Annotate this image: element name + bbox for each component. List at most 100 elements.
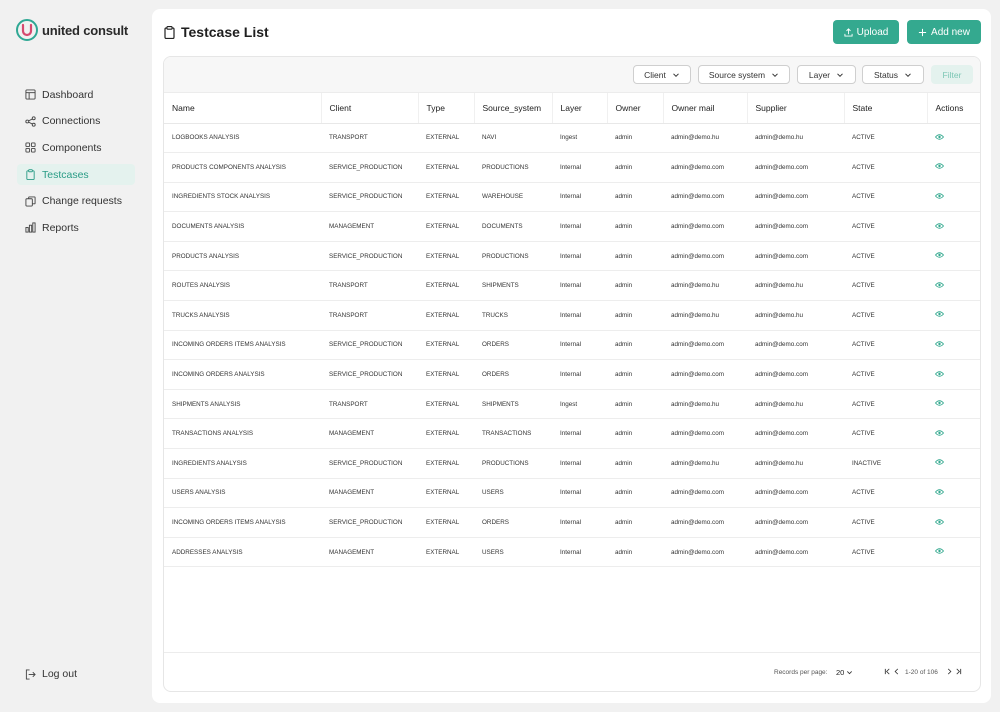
table-row[interactable]: PRODUCTS ANALYSIS SERVICE_PRODUCTION EXTER…: [164, 241, 980, 272]
add-new-button[interactable]: Add new: [907, 20, 981, 44]
cell-type: EXTERNAL: [418, 211, 474, 242]
cell-name: USERS ANALYSIS: [164, 478, 321, 509]
cell-name: PRODUCTS COMPONENTS ANALYSIS: [164, 152, 321, 183]
source-system-filter-dropdown[interactable]: Source system: [698, 65, 790, 84]
cell-state: ACTIVE: [844, 182, 927, 213]
sidebar-item-components[interactable]: Components: [17, 137, 135, 158]
view-eye-icon[interactable]: [935, 430, 944, 436]
table-row[interactable]: DOCUMENTS ANALYSIS MANAGEMENT EXTERNAL DOCU…: [164, 211, 980, 242]
column-header-owner[interactable]: Owner: [607, 93, 664, 124]
next-page-button[interactable]: [945, 667, 953, 676]
cell-source-system: SHIPMENTS: [474, 389, 552, 420]
view-eye-icon[interactable]: [935, 548, 944, 554]
column-header-supplier[interactable]: Supplier: [747, 93, 845, 124]
cell-name: ROUTES ANALYSIS: [164, 270, 321, 302]
view-eye-icon[interactable]: [935, 163, 944, 170]
cell-type: EXTERNAL: [418, 507, 474, 538]
view-eye-icon[interactable]: [935, 400, 944, 406]
table-row[interactable]: INGREDIENTS STOCK ANALYSIS SERVICE_PRODUC…: [164, 182, 980, 213]
sidebar-item-reports[interactable]: Reports: [17, 217, 135, 238]
cell-type: EXTERNAL: [418, 152, 474, 183]
table-row[interactable]: INCOMING ORDERS ITEMS ANALYSIS SERVICE_PR…: [164, 330, 980, 361]
cell-type: EXTERNAL: [418, 478, 474, 509]
client-filter-dropdown[interactable]: Client: [633, 65, 691, 84]
previous-page-button[interactable]: [892, 667, 900, 676]
cell-source-system: ORDERS: [474, 330, 552, 361]
sidebar-item-testcases[interactable]: Testcases: [17, 164, 135, 186]
chevron-left-icon: [894, 668, 898, 675]
table-row[interactable]: TRUCKS ANALYSIS TRANSPORT EXTERNAL TRUCKS In…: [164, 300, 980, 331]
cell-name: SHIPMENTS ANALYSIS: [164, 389, 321, 420]
filter-button[interactable]: Filter: [931, 65, 973, 84]
view-eye-icon[interactable]: [935, 518, 944, 525]
records-per-page-select[interactable]: 20: [836, 668, 853, 677]
table-row[interactable]: PRODUCTS COMPONENTS ANALYSIS SERVICE_PROD…: [164, 152, 980, 183]
cell-layer: Internal: [552, 507, 607, 538]
column-header-type[interactable]: Type: [418, 93, 475, 124]
cell-owner: admin: [607, 418, 663, 450]
view-eye-icon[interactable]: [935, 282, 944, 288]
view-eye-icon[interactable]: [935, 134, 944, 140]
cell-client: SERVICE_PRODUCTION: [321, 330, 418, 361]
column-header-layer[interactable]: Layer: [552, 93, 608, 124]
page-title: Testcase List: [164, 24, 269, 40]
clipboard-icon: [164, 25, 175, 39]
cell-layer: Ingest: [552, 123, 607, 154]
column-header-client[interactable]: Client: [321, 93, 419, 124]
cell-actions: [927, 152, 980, 183]
cell-name: TRANSACTIONS ANALYSIS: [164, 418, 321, 450]
sidebar-item-label: Reports: [42, 221, 79, 234]
table-row[interactable]: SHIPMENTS ANALYSIS TRANSPORT EXTERNAL SHIPM…: [164, 389, 980, 420]
logout-button[interactable]: Log out: [25, 668, 77, 680]
source-system-filter-label: Source system: [708, 69, 766, 80]
chevron-down-icon: [771, 71, 779, 79]
last-page-button[interactable]: [954, 667, 962, 676]
table-row[interactable]: ROUTES ANALYSIS TRANSPORT EXTERNAL SHIPMENT…: [164, 270, 980, 302]
logout-icon: [25, 668, 36, 680]
column-header-state[interactable]: State: [844, 93, 928, 124]
share-icon: [25, 116, 36, 127]
chevron-right-icon: [947, 668, 951, 675]
view-eye-icon[interactable]: [935, 193, 944, 199]
status-filter-dropdown[interactable]: Status: [862, 65, 924, 84]
table-row[interactable]: TRANSACTIONS ANALYSIS MANAGEMENT EXTERNAL T…: [164, 418, 980, 450]
cell-source-system: PRODUCTIONS: [474, 448, 552, 479]
cell-owner: admin: [607, 300, 663, 331]
cell-layer: Internal: [552, 330, 607, 361]
upload-button[interactable]: Upload: [833, 20, 899, 44]
first-page-button[interactable]: [883, 667, 891, 676]
sidebar-item-dashboard[interactable]: Dashboard: [17, 84, 135, 105]
cell-type: EXTERNAL: [418, 270, 474, 302]
table-row[interactable]: ADDRESSES ANALYSIS MANAGEMENT EXTERNAL USER…: [164, 537, 980, 568]
cell-source-system: DOCUMENTS: [474, 211, 552, 242]
table-row[interactable]: USERS ANALYSIS MANAGEMENT EXTERNAL USERS Int…: [164, 478, 980, 509]
layer-filter-dropdown[interactable]: Layer: [797, 65, 856, 84]
view-eye-icon[interactable]: [935, 489, 944, 495]
sidebar-item-change-requests[interactable]: Change requests: [17, 191, 135, 212]
sidebar-item-connections[interactable]: Connections: [17, 111, 135, 132]
table-row[interactable]: INGREDIENTS ANALYSIS SERVICE_PRODUCTION EX…: [164, 448, 980, 479]
table-row[interactable]: INCOMING ORDERS ANALYSIS SERVICE_PRODUCTI…: [164, 359, 980, 390]
column-header-actions[interactable]: Actions: [927, 93, 980, 124]
cell-actions: [927, 537, 980, 568]
cell-name: TRUCKS ANALYSIS: [164, 300, 321, 331]
table-row[interactable]: INCOMING ORDERS ITEMS ANALYSIS SERVICE_PR…: [164, 507, 980, 538]
cell-state: ACTIVE: [844, 123, 927, 154]
cell-actions: [927, 123, 980, 154]
view-eye-icon[interactable]: [935, 252, 944, 258]
cell-state: ACTIVE: [844, 330, 927, 361]
view-eye-icon[interactable]: [935, 341, 944, 347]
view-eye-icon[interactable]: [935, 459, 944, 466]
cell-supplier: admin@demo.com: [747, 478, 844, 509]
view-eye-icon[interactable]: [935, 370, 944, 377]
view-eye-icon[interactable]: [935, 311, 944, 318]
column-header-source-system[interactable]: Source_system: [474, 93, 553, 124]
brand-logo[interactable]: united consult: [16, 19, 128, 41]
cell-layer: Internal: [552, 418, 607, 450]
table-row[interactable]: LOGBOOKS ANALYSIS TRANSPORT EXTERNAL NAVI In…: [164, 123, 980, 154]
column-header-owner-mail[interactable]: Owner mail: [663, 93, 748, 124]
cell-supplier: admin@demo.hu: [747, 300, 844, 331]
view-eye-icon[interactable]: [935, 222, 944, 229]
main-panel: Testcase List Upload Add new Client Sour…: [152, 9, 991, 703]
column-header-name[interactable]: Name: [164, 93, 322, 124]
